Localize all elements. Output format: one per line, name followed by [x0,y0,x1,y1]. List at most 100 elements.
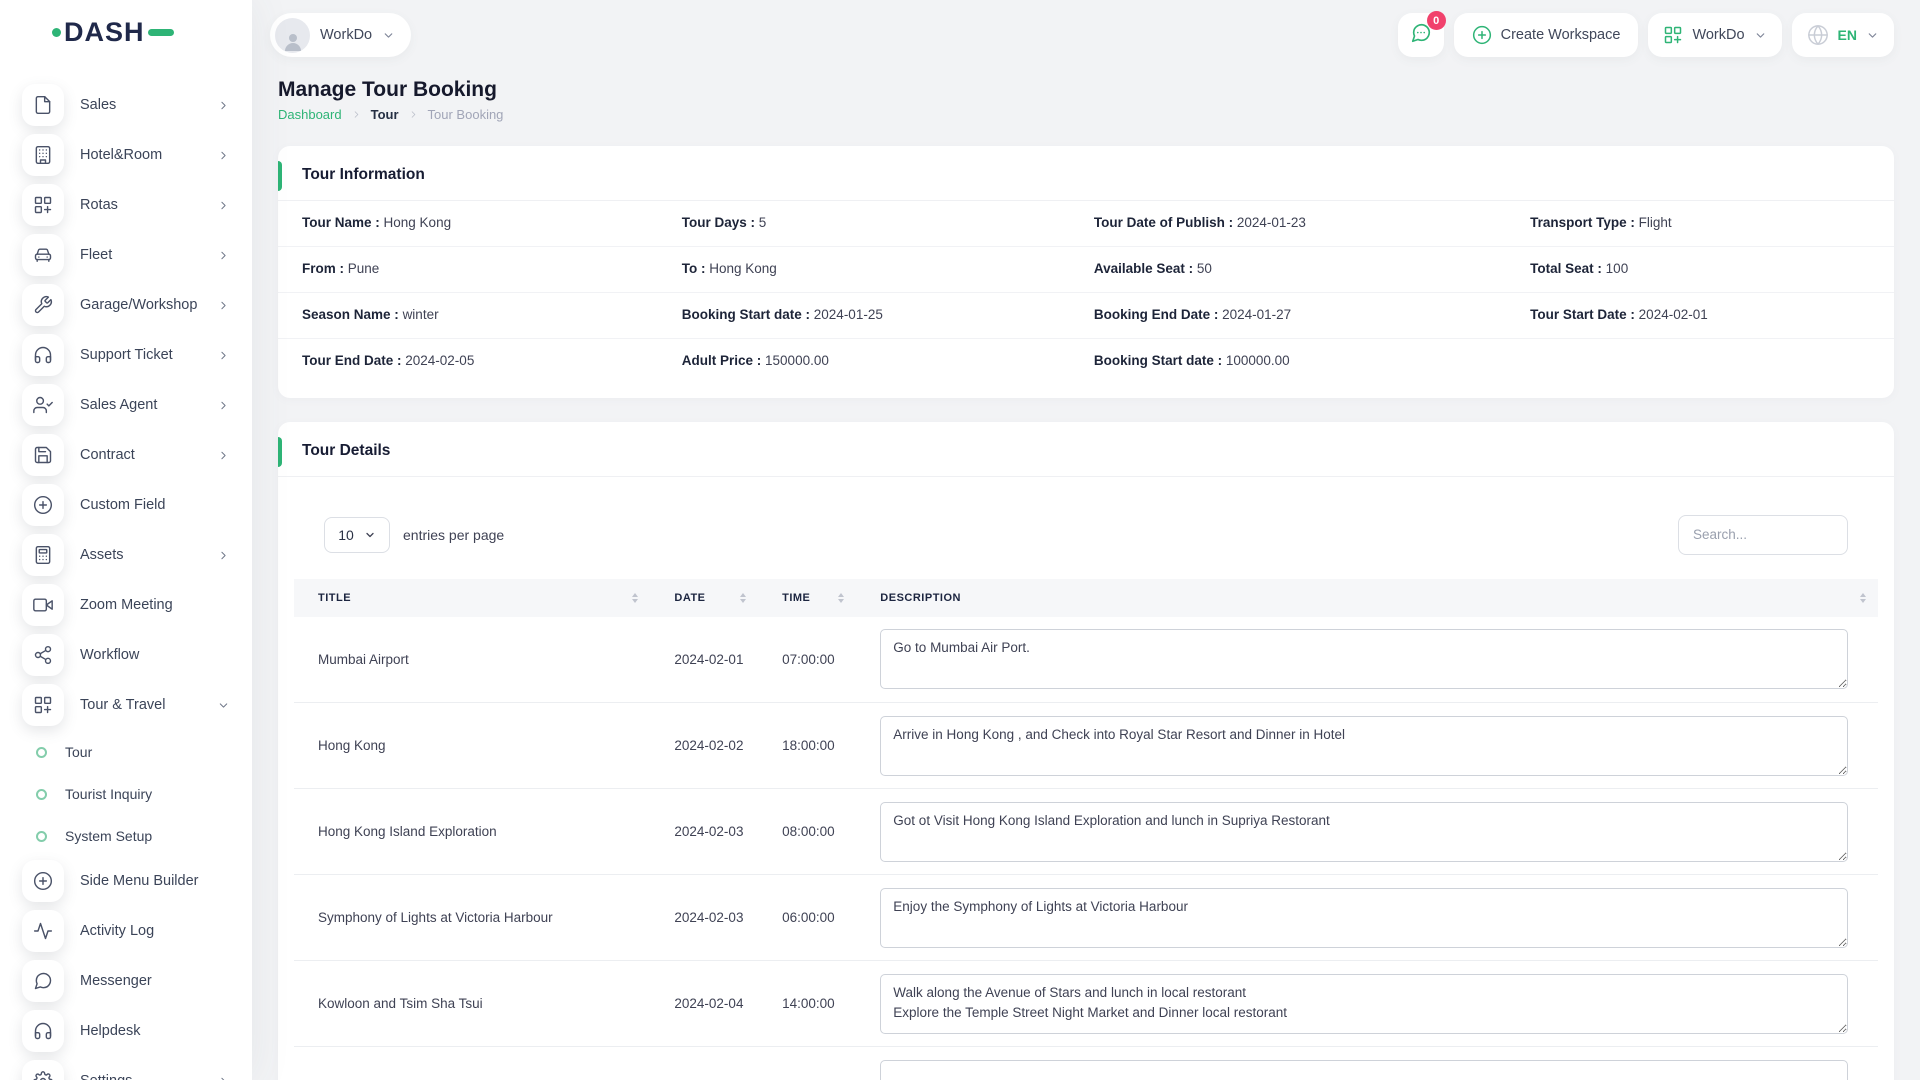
workspace-switcher[interactable]: WorkDo [1648,13,1781,57]
cell-time: 06:00:00 [758,875,856,961]
table-row [294,1047,1878,1080]
circle-icon [36,789,47,800]
tour-details-card: Tour Details 10 entries per page [278,422,1894,1080]
cell-description [856,703,1878,789]
sidebar-item-contract[interactable]: Contract [22,434,230,476]
info-field-tour-start-date: Tour Start Date : 2024-02-01 [1506,306,1894,325]
tour-details-header: Tour Details [278,422,1894,477]
info-field-tour-name: Tour Name : Hong Kong [278,214,658,233]
sidebar-item-garage-workshop[interactable]: Garage/Workshop [22,284,230,326]
circle-icon [36,831,47,842]
messages-button[interactable]: 0 [1398,13,1444,57]
sidebar-item-custom-field[interactable]: Custom Field [22,484,230,526]
cell-description [856,789,1878,875]
page-title: Manage Tour Booking [278,78,1894,102]
cell-time: 18:00:00 [758,703,856,789]
sidebar-item-label: Settings [80,1073,217,1080]
sidebar-item-sales-agent[interactable]: Sales Agent [22,384,230,426]
entries-per-page-select[interactable]: 10 [324,517,390,553]
breadcrumb: DashboardTourTour Booking [278,107,1894,122]
entries-per-page-value: 10 [338,527,354,543]
sidebar-item-label: Activity Log [80,923,230,939]
headphones-icon [22,334,64,376]
sidebar-item-support-ticket[interactable]: Support Ticket [22,334,230,376]
table-header-row: TITLEDATETIMEDESCRIPTION [294,579,1878,617]
search-input[interactable] [1678,515,1848,555]
sidebar-item-settings[interactable]: Settings [22,1060,230,1080]
accent-bar [278,437,282,467]
chevron-right-icon [217,149,230,162]
cell-title: Hong Kong [294,703,650,789]
chevron-right-icon [217,449,230,462]
calculator-icon [22,534,64,576]
language-selector[interactable]: EN [1792,13,1894,57]
description-textarea[interactable] [880,1060,1848,1080]
sidebar-item-assets[interactable]: Assets [22,534,230,576]
brand-logo[interactable]: DASH [0,0,252,64]
description-textarea[interactable] [880,629,1848,689]
logo-bar-shape [148,29,174,36]
sidebar-item-side-menu-builder[interactable]: Side Menu Builder [22,860,230,902]
sidebar-item-helpdesk[interactable]: Helpdesk [22,1010,230,1052]
share-icon [22,634,64,676]
column-header-description[interactable]: DESCRIPTION [856,579,1878,617]
sort-icon[interactable] [740,593,746,603]
sidebar-item-fleet[interactable]: Fleet [22,234,230,276]
chevron-right-icon [408,109,419,120]
car-icon [22,234,64,276]
description-textarea[interactable] [880,888,1848,948]
sidebar-item-tour-travel[interactable]: Tour & Travel [22,684,230,726]
table-row: Hong Kong2024-02-0218:00:00 [294,703,1878,789]
page-content: Manage Tour Booking DashboardTourTour Bo… [252,64,1920,1080]
sidebar-item-sales[interactable]: Sales [22,84,230,126]
info-field-booking-start-date: Booking Start date : 2024-01-25 [658,306,1070,325]
description-textarea[interactable] [880,974,1848,1034]
column-header-title[interactable]: TITLE [294,579,650,617]
chevron-down-icon [1866,29,1879,42]
sidebar-item-activity-log[interactable]: Activity Log [22,910,230,952]
sidebar-item-workflow[interactable]: Workflow [22,634,230,676]
description-textarea[interactable] [880,802,1848,862]
sidebar-subitem-tour[interactable]: Tour [22,734,230,770]
breadcrumb-item-tour-booking: Tour Booking [428,107,504,122]
workspace-pill[interactable]: WorkDo [270,13,411,57]
tour-details-table-wrap: TITLEDATETIMEDESCRIPTION Mumbai Airport2… [294,579,1878,1080]
sort-icon[interactable] [632,593,638,603]
description-textarea[interactable] [880,716,1848,776]
sidebar-item-label: Side Menu Builder [80,873,230,889]
plus-circle-icon [22,860,64,902]
save-icon [22,434,64,476]
info-field-booking-start-date: Booking Start date : 100000.00 [1070,352,1506,371]
sidebar-item-label: Workflow [80,647,230,663]
table-row: Hong Kong Island Exploration2024-02-0308… [294,789,1878,875]
globe-icon [1807,24,1829,46]
tour-details-title: Tour Details [302,442,390,460]
chevron-right-icon [217,249,230,262]
cell-title: Mumbai Airport [294,617,650,703]
breadcrumb-item-dashboard[interactable]: Dashboard [278,107,342,122]
cell-title [294,1047,650,1080]
sort-icon[interactable] [838,593,844,603]
column-header-time[interactable]: TIME [758,579,856,617]
sidebar-item-rotas[interactable]: Rotas [22,184,230,226]
cell-description [856,1047,1878,1080]
create-workspace-button[interactable]: Create Workspace [1454,13,1639,57]
sidebar-item-messenger[interactable]: Messenger [22,960,230,1002]
user-check-icon [22,384,64,426]
grid-plus-icon [22,184,64,226]
sidebar-item-zoom-meeting[interactable]: Zoom Meeting [22,584,230,626]
sidebar-item-hotel-room[interactable]: Hotel&Room [22,134,230,176]
plus-circle-icon [22,484,64,526]
notification-badge: 0 [1427,11,1446,30]
chevron-down-icon [382,29,395,42]
entries-per-page-label: entries per page [403,527,504,543]
info-field-tour-days: Tour Days : 5 [658,214,1070,233]
sort-icon[interactable] [1860,593,1866,603]
chevron-down-icon [364,529,376,541]
column-header-date[interactable]: DATE [650,579,758,617]
sidebar-subitem-label: System Setup [65,828,152,844]
sidebar-subitem-tourist-inquiry[interactable]: Tourist Inquiry [22,776,230,812]
sidebar-subitem-system-setup[interactable]: System Setup [22,818,230,854]
info-field-booking-end-date: Booking End Date : 2024-01-27 [1070,306,1506,325]
topbar-right: 0 Create Workspace WorkDo [1398,13,1894,57]
